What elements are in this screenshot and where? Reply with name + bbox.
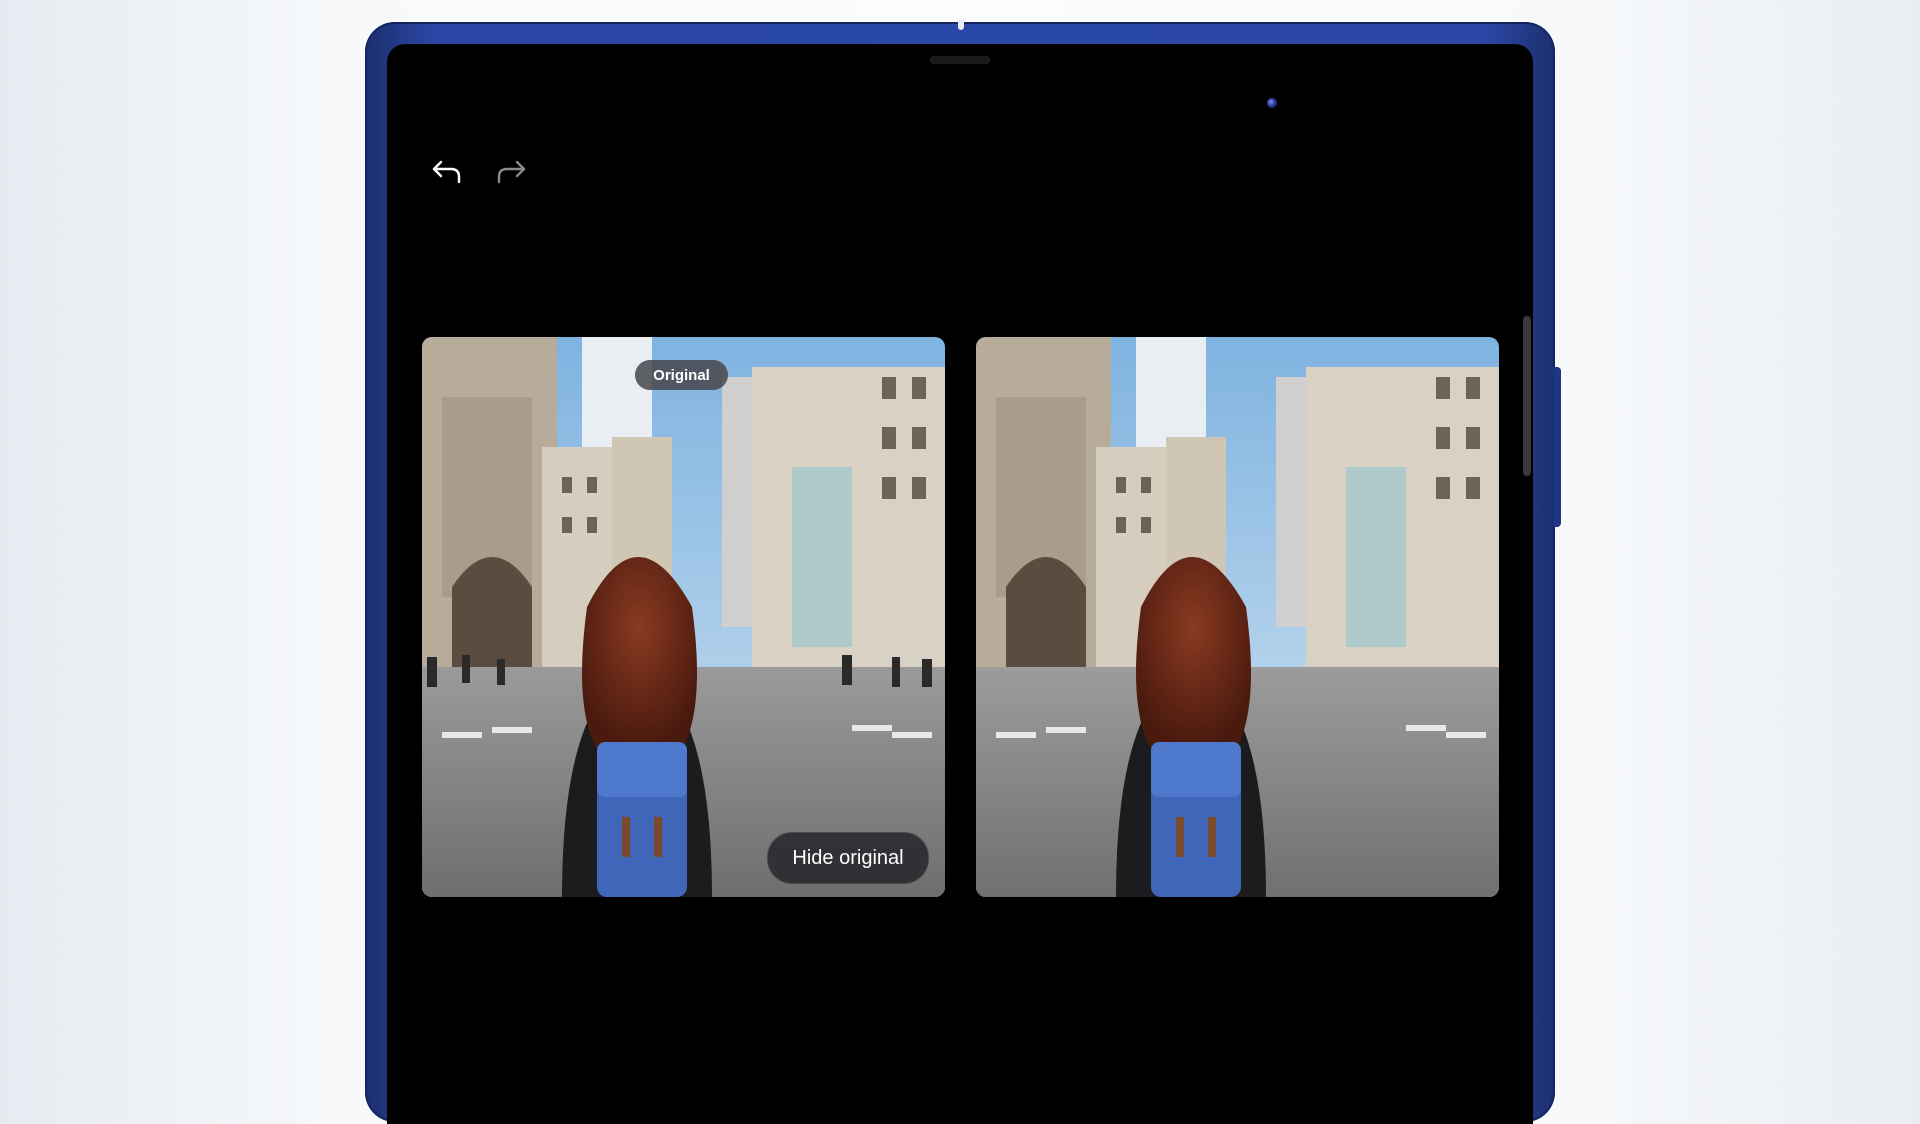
hide-original-button[interactable]: Hide original <box>767 832 929 884</box>
redo-button[interactable] <box>491 152 531 192</box>
hinge-notch <box>958 20 964 30</box>
hinge-bar <box>930 56 990 64</box>
side-button <box>1553 367 1561 527</box>
redo-arrow-icon <box>497 160 526 184</box>
original-photo[interactable]: Original Hide original <box>422 337 945 897</box>
front-camera <box>1267 98 1277 108</box>
panel-resize-handle[interactable] <box>1523 316 1531 476</box>
street-photo-edited <box>976 337 1499 897</box>
device-screen: Original Hide original <box>387 44 1533 1124</box>
street-photo-original <box>422 337 945 897</box>
original-badge: Original <box>635 360 728 390</box>
foldable-device-frame: Original Hide original <box>365 20 1561 1124</box>
undo-arrow-icon <box>432 160 461 184</box>
undo-button[interactable] <box>427 152 467 192</box>
edited-photo[interactable] <box>976 337 1499 897</box>
